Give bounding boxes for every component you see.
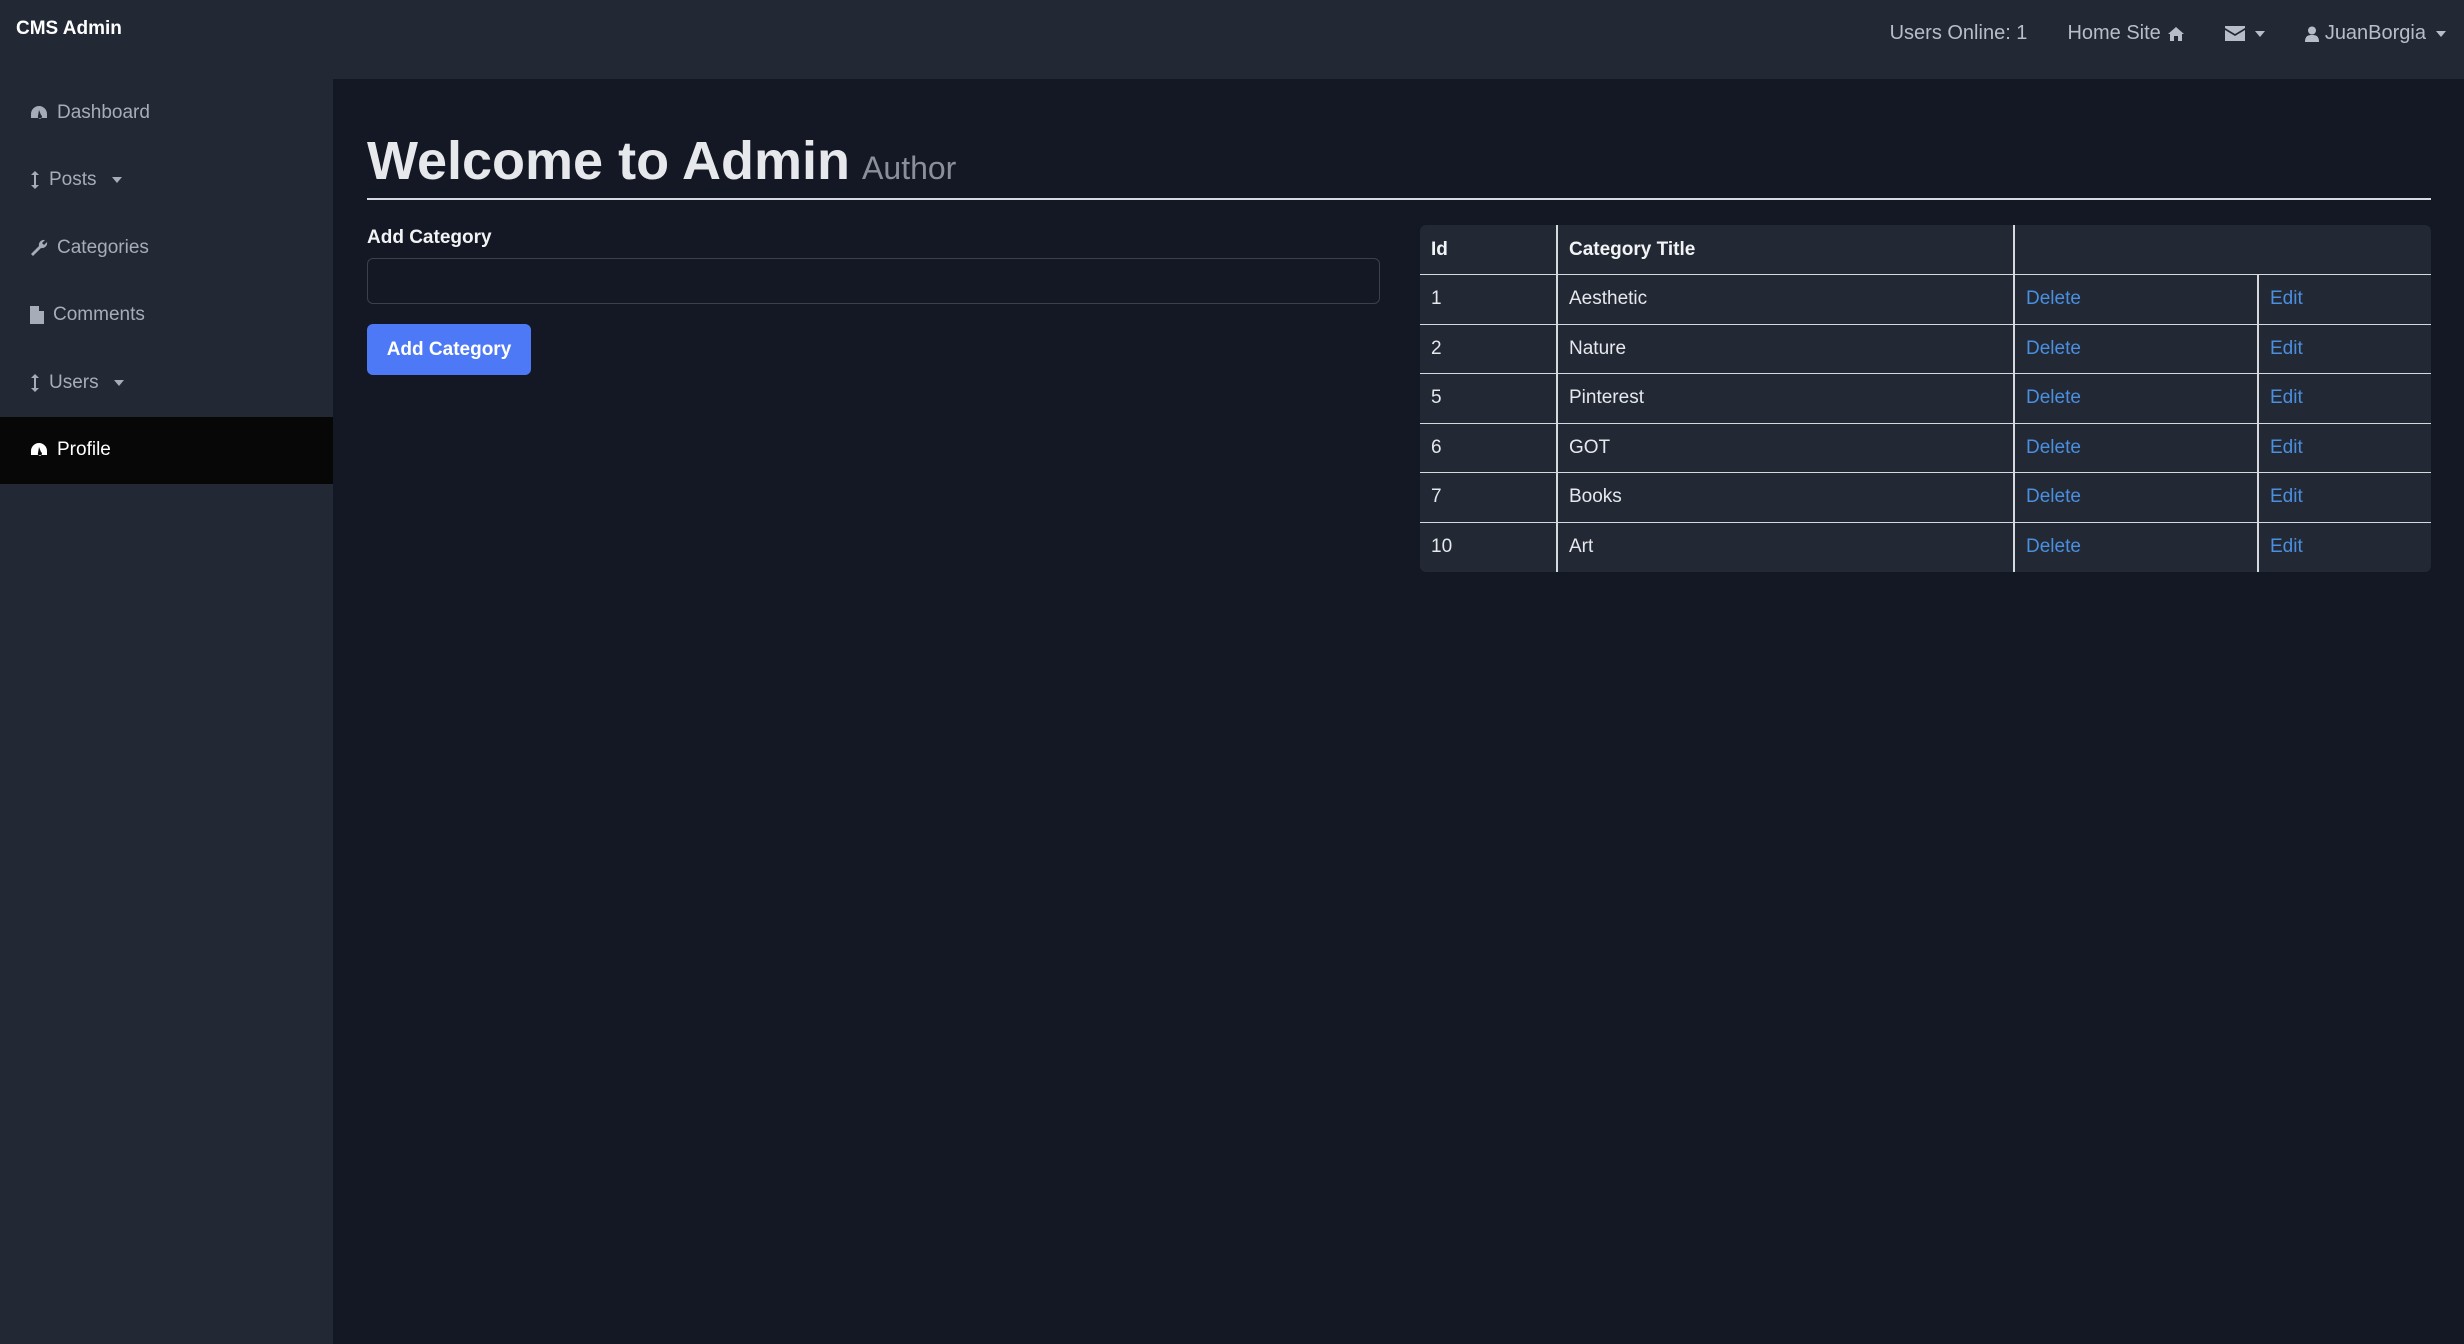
edit-link[interactable]: Edit (2270, 536, 2303, 557)
cell-title: Nature (1557, 324, 2015, 374)
cell-delete: Delete (2014, 423, 2259, 473)
cell-edit: Edit (2258, 373, 2431, 424)
cell-title: GOT (1557, 423, 2015, 473)
file-icon (30, 306, 44, 325)
chevron-down-icon (2254, 30, 2265, 37)
cell-id: 2 (1420, 324, 1558, 374)
sidebar-item-label: Posts (49, 169, 97, 191)
chevron-down-icon (2436, 30, 2446, 37)
column-header-title: Category Title (1557, 225, 2015, 275)
table-row: 6 GOT Delete Edit (1420, 423, 2431, 473)
sidebar-item-label: Users (49, 371, 99, 393)
add-category-form: Add Category Add Category (367, 227, 1380, 375)
add-category-button[interactable]: Add Category (367, 324, 531, 375)
cell-edit: Edit (2258, 472, 2431, 523)
table-row: 10 Art Delete Edit (1420, 522, 2431, 572)
cell-id: 7 (1420, 472, 1558, 523)
page-title: Welcome to Admin Author (367, 130, 956, 192)
categories-table: Id Category Title 1 Aesthetic Delete Edi… (1420, 225, 2431, 572)
category-title-input[interactable] (367, 258, 1380, 304)
home-icon (2167, 26, 2184, 41)
cell-title: Books (1557, 472, 2015, 523)
edit-link[interactable]: Edit (2270, 288, 2303, 309)
column-header-actions (2014, 225, 2431, 275)
table-header-row: Id Category Title (1420, 225, 2431, 275)
edit-link[interactable]: Edit (2270, 387, 2303, 408)
cell-delete: Delete (2014, 324, 2259, 374)
cell-id: 1 (1420, 274, 1558, 325)
chevron-down-icon (113, 379, 124, 386)
user-name: JuanBorgia (2324, 22, 2426, 44)
column-header-id: Id (1420, 225, 1558, 275)
table-row: 7 Books Delete Edit (1420, 472, 2431, 523)
users-online-indicator: Users Online: 1 (1890, 22, 2028, 45)
brand-link[interactable]: CMS Admin (16, 18, 122, 40)
delete-link[interactable]: Delete (2026, 486, 2081, 507)
edit-link[interactable]: Edit (2270, 437, 2303, 458)
messages-dropdown[interactable] (2224, 26, 2265, 41)
sidebar-item-label: Dashboard (57, 101, 150, 123)
user-dropdown[interactable]: JuanBorgia (2304, 22, 2446, 45)
user-icon (2304, 26, 2319, 42)
sidebar-item-label: Profile (57, 439, 111, 461)
cell-id: 10 (1420, 522, 1558, 572)
cell-id: 5 (1420, 373, 1558, 424)
sidebar-item-profile[interactable]: Profile (0, 416, 333, 484)
page-subtitle: Author (862, 150, 957, 186)
wrench-icon (31, 239, 48, 256)
delete-link[interactable]: Delete (2026, 288, 2081, 309)
cell-edit: Edit (2258, 324, 2431, 374)
cell-delete: Delete (2014, 274, 2259, 325)
cell-edit: Edit (2258, 423, 2431, 473)
sidebar-item-posts[interactable]: Posts (0, 147, 333, 215)
arrows-v-icon (31, 171, 39, 190)
cell-delete: Delete (2014, 373, 2259, 424)
cell-id: 6 (1420, 423, 1558, 473)
sidebar: Dashboard Posts Categories Comments User… (0, 79, 333, 1344)
sidebar-item-dashboard[interactable]: Dashboard (0, 79, 333, 147)
home-site-link[interactable]: Home Site (2067, 22, 2184, 45)
users-online-text: Users Online: 1 (1889, 22, 2028, 44)
delete-link[interactable]: Delete (2026, 387, 2081, 408)
top-navbar: CMS Admin Users Online: 1 Home Site Juan… (0, 0, 2464, 79)
sidebar-item-label: Categories (57, 236, 149, 258)
home-site-label: Home Site (2067, 22, 2161, 44)
delete-link[interactable]: Delete (2026, 536, 2081, 557)
delete-link[interactable]: Delete (2026, 437, 2081, 458)
arrows-v-icon (31, 373, 39, 392)
sidebar-item-users[interactable]: Users (0, 349, 333, 417)
cell-title: Aesthetic (1557, 274, 2015, 325)
edit-link[interactable]: Edit (2270, 338, 2303, 359)
envelope-icon (2224, 26, 2245, 41)
add-category-label: Add Category (367, 227, 492, 248)
dashboard-icon (31, 443, 47, 456)
delete-link[interactable]: Delete (2026, 338, 2081, 359)
page-title-text: Welcome to Admin (367, 131, 851, 191)
page-header: Welcome to Admin Author (367, 130, 2431, 200)
sidebar-item-comments[interactable]: Comments (0, 282, 333, 350)
table-row: 5 Pinterest Delete Edit (1420, 373, 2431, 424)
table-row: 1 Aesthetic Delete Edit (1420, 274, 2431, 325)
edit-link[interactable]: Edit (2270, 486, 2303, 507)
cell-title: Art (1557, 522, 2015, 572)
table-row: 2 Nature Delete Edit (1420, 324, 2431, 374)
cell-edit: Edit (2258, 522, 2431, 572)
dashboard-icon (31, 105, 47, 119)
cell-title: Pinterest (1557, 373, 2015, 424)
cell-delete: Delete (2014, 522, 2259, 572)
top-nav-menu: Users Online: 1 Home Site JuanBorgia (1890, 22, 2446, 45)
sidebar-item-categories[interactable]: Categories (0, 214, 333, 282)
sidebar-item-label: Comments (53, 304, 145, 326)
chevron-down-icon (111, 177, 122, 184)
cell-edit: Edit (2258, 274, 2431, 325)
cell-delete: Delete (2014, 472, 2259, 523)
